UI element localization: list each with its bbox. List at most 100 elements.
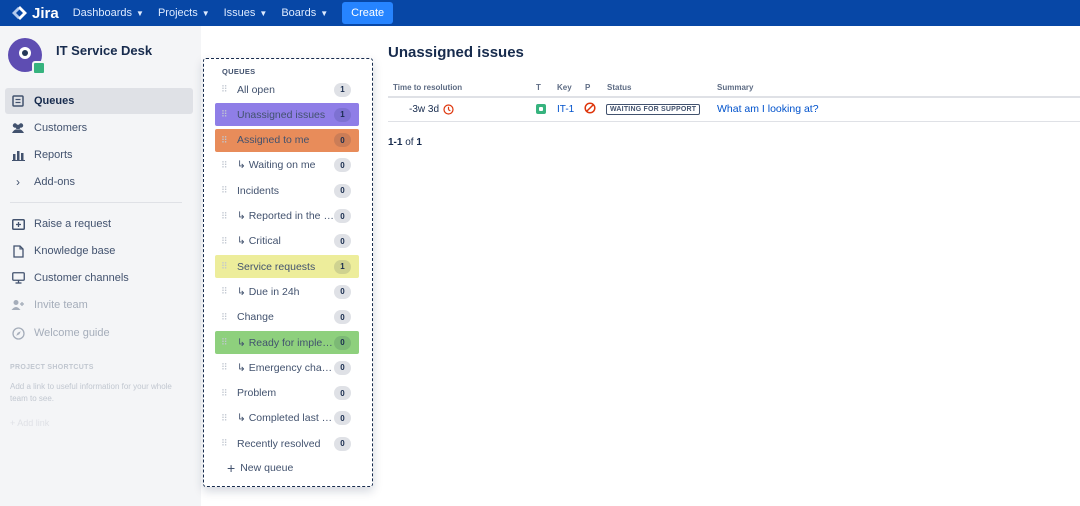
sidebar-item-queues[interactable]: Queues	[5, 88, 193, 114]
pager-range: 1-1	[388, 137, 403, 148]
queue-item[interactable]: ⠿↳ Reported in the last hour0	[215, 205, 359, 228]
sidebar-item-customers[interactable]: Customers	[5, 115, 193, 141]
sidebar-item-label: Raise a request	[34, 218, 112, 230]
nav-projects[interactable]: Projects ▼	[158, 7, 210, 19]
drag-handle-icon[interactable]: ⠿	[215, 211, 237, 222]
queue-count-badge: 1	[334, 82, 351, 97]
queue-item-label: ↳ Waiting on me	[237, 159, 316, 172]
queue-item[interactable]: ⠿ ↳ Emergency changes 0	[215, 356, 359, 379]
queue-item[interactable]: ⠿ Unassigned issues 1	[215, 103, 359, 127]
queue-item[interactable]: ⠿ Incidents 0	[215, 179, 359, 202]
queue-count-badge: 0	[334, 284, 351, 299]
queue-item[interactable]: ⠿ All open 1	[215, 78, 359, 101]
queue-item-label: All open	[237, 83, 275, 96]
drag-handle-icon[interactable]: ⠿	[215, 312, 237, 323]
queue-item-label: Recently resolved	[237, 437, 321, 450]
queue-item-label: Assigned to me	[237, 134, 310, 147]
column-header-type[interactable]: T	[536, 83, 541, 92]
queue-item[interactable]: ⠿ ↳ Due in 24h 0	[215, 280, 359, 303]
pager-of: of	[405, 137, 414, 148]
queue-item[interactable]: ⠿ Assigned to me 0	[215, 128, 359, 152]
queue-item[interactable]: ⠿ Problem 0	[215, 382, 359, 405]
customers-icon	[11, 121, 25, 135]
sidebar-item-knowledge-base[interactable]: Knowledge base	[5, 238, 193, 264]
top-nav: Jira Dashboards ▼ Projects ▼ Issues ▼ Board…	[0, 0, 1080, 26]
queue-item[interactable]: ⠿ ↳ Critical 0	[215, 230, 359, 253]
sidebar-item-label: Welcome guide	[34, 327, 110, 339]
new-queue-button[interactable]: + New queue	[227, 460, 293, 476]
column-header-priority[interactable]: P	[585, 83, 590, 92]
sidebar-item-invite-team[interactable]: Invite team	[5, 292, 193, 318]
drag-handle-icon[interactable]: ⠿	[215, 84, 237, 95]
queue-item-label: ↳ Emergency changes	[237, 361, 334, 374]
create-button[interactable]: Create	[342, 2, 394, 24]
drag-handle-icon[interactable]: ⠿	[215, 286, 237, 297]
compass-icon	[11, 326, 25, 340]
project-shortcuts-title: PROJECT SHORTCUTS	[10, 364, 94, 371]
queue-count-badge: 0	[334, 234, 351, 249]
time-to-resolution-value: -3w 3d	[409, 103, 440, 115]
project-shortcuts-text: Add a link to useful information for you…	[10, 382, 172, 403]
nav-dashboards-label: Dashboards	[72, 7, 133, 19]
queue-count-badge: 0	[334, 158, 351, 173]
drag-handle-icon[interactable]: ⠿	[215, 160, 237, 171]
drag-handle-icon[interactable]: ⠿	[215, 236, 237, 247]
monitor-icon	[11, 271, 25, 285]
sidebar-item-welcome-guide[interactable]: Welcome guide	[5, 320, 193, 346]
column-header-time-to-resolution[interactable]: Time to resolution	[393, 83, 462, 92]
queues-icon	[11, 94, 25, 108]
queue-count-badge: 0	[334, 209, 351, 223]
status-badge: WAITING FOR SUPPORT	[606, 103, 701, 115]
queue-item[interactable]: ⠿ Recently resolved 0	[215, 432, 359, 455]
queue-item[interactable]: ⠿↳ Completed last week0	[215, 407, 359, 430]
column-header-status[interactable]: Status	[607, 83, 631, 92]
drag-handle-icon[interactable]: ⠿	[215, 388, 237, 399]
queue-item-label: ↳ Completed last week	[237, 412, 334, 425]
queue-item[interactable]: ⠿↳ Ready for implementation0	[215, 331, 359, 354]
nav-dashboards[interactable]: Dashboards ▼	[73, 7, 144, 19]
nav-boards[interactable]: Boards ▼	[281, 7, 328, 19]
drag-handle-icon[interactable]: ⠿	[215, 135, 237, 146]
queue-item-label: Unassigned issues	[237, 108, 326, 121]
sidebar: IT Service Desk Queues Customers Reports…	[0, 26, 201, 506]
sidebar-item-raise-request[interactable]: Raise a request	[5, 211, 193, 237]
chevron-down-icon: ▼	[136, 8, 144, 18]
column-header-key[interactable]: Key	[557, 83, 572, 92]
sidebar-item-label: Knowledge base	[34, 245, 116, 257]
priority-cell	[584, 101, 596, 117]
queue-item[interactable]: ⠿ Service requests 1	[215, 255, 359, 279]
drag-handle-icon[interactable]: ⠿	[215, 362, 237, 373]
nav-issues[interactable]: Issues ▼	[224, 7, 268, 19]
jira-logo[interactable]: Jira	[12, 5, 59, 22]
queue-item[interactable]: ⠿ ↳ Waiting on me 0	[215, 154, 359, 177]
sidebar-item-add-ons[interactable]: › Add-ons	[5, 169, 193, 195]
key-cell: IT-1	[557, 102, 574, 116]
queue-count-badge: 0	[334, 310, 351, 325]
drag-handle-icon[interactable]: ⠿	[215, 413, 237, 424]
nav-boards-label: Boards	[281, 7, 317, 19]
drag-handle-icon[interactable]: ⠿	[215, 109, 237, 120]
sidebar-item-label: Queues	[34, 95, 75, 107]
pager-total: 1	[416, 137, 422, 148]
sidebar-item-customer-channels[interactable]: Customer channels	[5, 265, 193, 291]
queues-title: QUEUES	[222, 67, 256, 76]
priority-blocker-icon	[584, 101, 596, 117]
page-title: Unassigned issues	[388, 44, 524, 61]
queue-item[interactable]: ⠿ Change 0	[215, 306, 359, 329]
drag-handle-icon[interactable]: ⠿	[215, 438, 237, 449]
drag-handle-icon[interactable]: ⠿	[215, 261, 237, 272]
plus-icon: +	[227, 460, 236, 476]
jira-logo-icon	[12, 6, 27, 20]
issue-summary-link[interactable]: What am I looking at?	[717, 103, 819, 115]
queue-count-badge: 0	[334, 133, 351, 148]
issue-key-link[interactable]: IT-1	[557, 104, 574, 115]
sidebar-item-reports[interactable]: Reports	[5, 142, 193, 168]
project-header[interactable]: IT Service Desk	[8, 38, 152, 75]
add-link-button[interactable]: + Add link	[10, 418, 49, 428]
drag-handle-icon[interactable]: ⠿	[215, 185, 237, 196]
column-header-summary[interactable]: Summary	[717, 83, 753, 92]
queue-item-label: Incidents	[237, 184, 280, 197]
sidebar-item-label: Customer channels	[34, 272, 129, 284]
queue-item-label: ↳ Critical	[237, 235, 281, 248]
drag-handle-icon[interactable]: ⠿	[215, 337, 237, 348]
